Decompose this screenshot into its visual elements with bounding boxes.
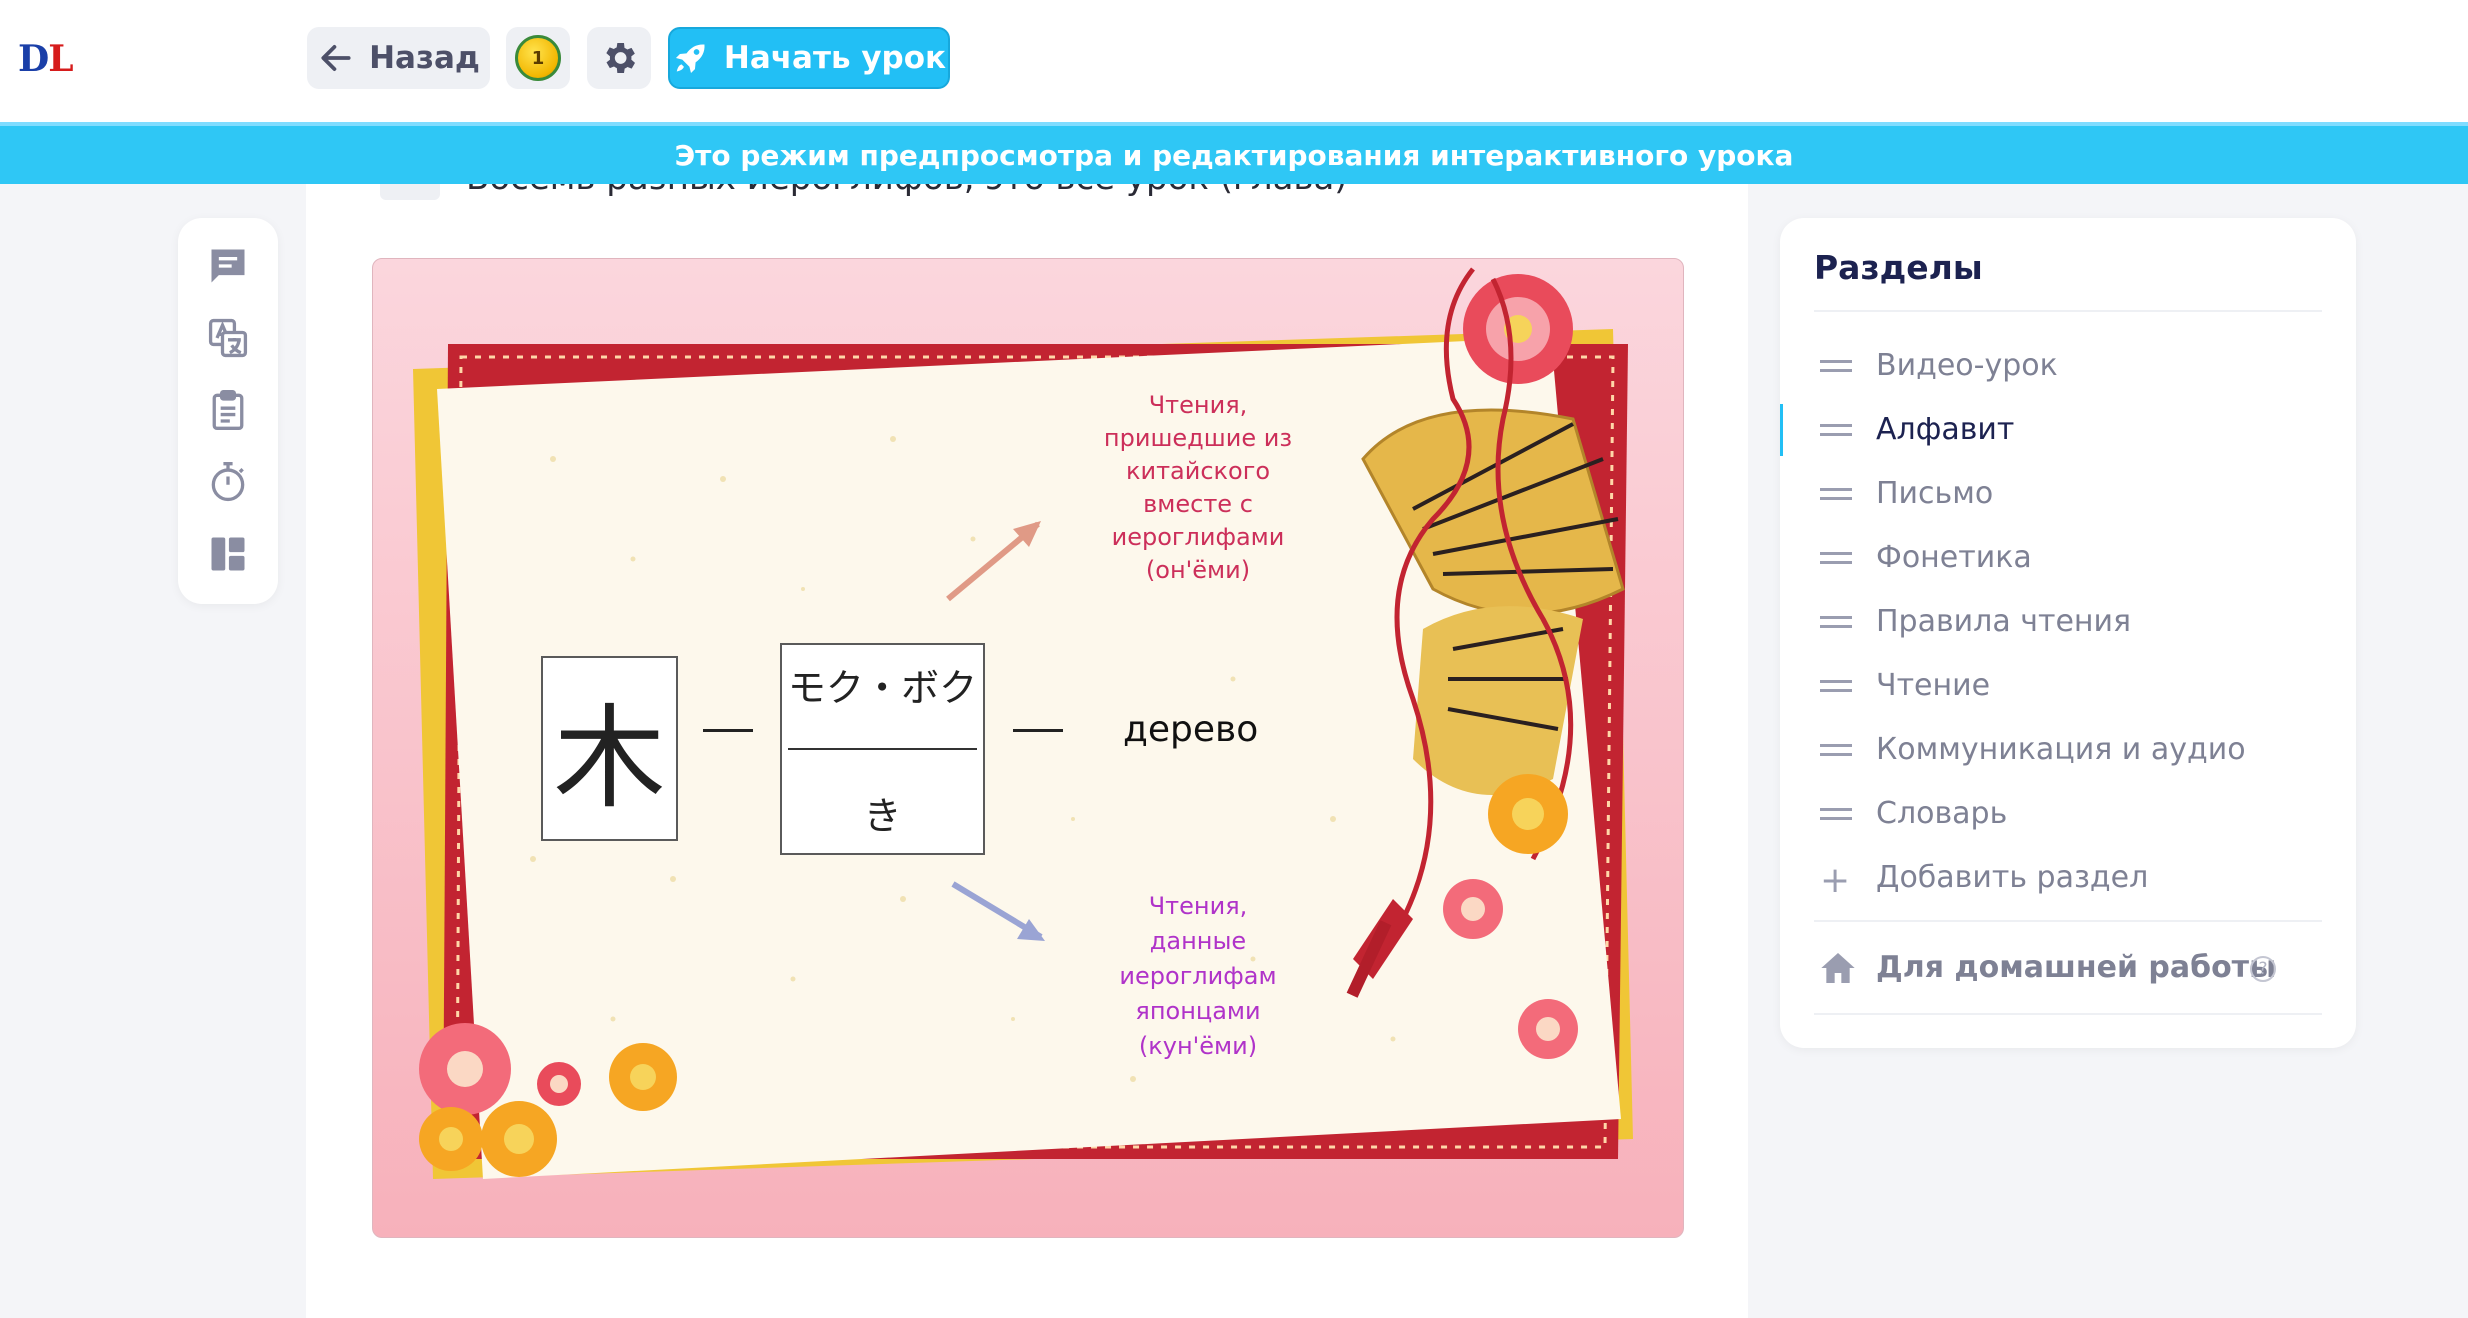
coin-count: 1 [531,47,545,69]
dash-separator [1013,729,1063,732]
tool-tasks[interactable] [204,386,252,434]
tool-comments[interactable] [204,242,252,290]
active-indicator [1780,404,1783,456]
divider [1814,920,2322,922]
tool-translate[interactable] [204,314,252,362]
arrow-left-icon [321,45,351,71]
coin-button[interactable]: 1 [506,27,570,89]
reading-divider [788,748,977,750]
section-item[interactable]: Словарь [1780,786,2356,842]
lesson-title-fragment: Восемь разных иероглифов, это все урок (… [370,184,1570,206]
on-reading: モク・ボク [787,666,978,710]
kanji-box: 木 [541,656,678,841]
drag-handle-icon[interactable] [1820,488,1852,500]
comment-icon [211,249,245,283]
divider [1814,310,2322,312]
logo[interactable]: DL [18,38,74,80]
back-button[interactable]: Назад [307,27,490,89]
top-header: DL Назад 1 Начать урок [0,0,2468,122]
lesson-title-text: Восемь разных иероглифов, это все урок (… [466,184,1348,198]
tools-sidebar [178,218,278,604]
section-item[interactable]: Видео-урок [1780,338,2356,394]
start-lesson-label: Начать урок [723,40,947,76]
kanji-character: 木 [553,693,666,824]
add-section-button[interactable]: + Добавить раздел [1780,850,2356,906]
help-icon[interactable]: ? [2250,956,2276,982]
section-item[interactable]: Правила чтения [1780,594,2356,650]
home-icon [1821,953,1855,983]
back-button-label: Назад [369,40,480,76]
tool-layout[interactable] [204,530,252,578]
kun-reading: き [863,794,902,838]
drag-handle-icon[interactable] [1820,680,1852,692]
homework-section[interactable]: Для домашней работы ? [1780,938,2356,998]
section-item[interactable]: Чтение [1780,658,2356,714]
rocket-icon [675,44,705,74]
section-item-active[interactable]: Алфавит [1780,402,2356,458]
stopwatch-icon [211,462,245,502]
kanji-meaning: дерево [1123,709,1259,750]
drag-handle-icon[interactable] [1820,360,1852,372]
translate-icon [208,318,248,358]
banner-text: Это режим предпросмотра и редактирования… [674,138,1794,172]
section-item[interactable]: Фонетика [1780,530,2356,586]
kunyomi-note: Чтения, данные иероглифам японцами (кун'… [1119,892,1277,1060]
gear-icon [606,43,635,73]
readings-box: モク・ボク き [780,643,985,855]
section-item[interactable]: Коммуникация и аудио [1780,722,2356,778]
start-lesson-button[interactable]: Начать урок [668,27,950,89]
kanji-readings-illustration: Чтения, пришедшие из китайского вместе с… [372,258,1684,1238]
section-item[interactable]: Письмо [1780,466,2356,522]
layout-icon [211,537,245,571]
drag-handle-icon[interactable] [1820,424,1852,436]
settings-button[interactable] [587,27,651,89]
drag-handle-icon[interactable] [1820,744,1852,756]
drag-handle-icon[interactable] [1820,616,1852,628]
drag-handle[interactable] [380,184,440,200]
plus-icon: + [1820,860,1851,901]
tool-timer[interactable] [204,458,252,506]
divider [1814,1013,2322,1015]
sections-panel: Разделы Видео-урок Алфавит Письмо Фонети… [1780,218,2356,1048]
clipboard-icon [212,390,244,430]
onyomi-note: Чтения, пришедшие из китайского вместе с… [1103,391,1293,584]
dash-separator [703,729,753,732]
sections-title: Разделы [1814,248,1983,287]
drag-handle-icon[interactable] [1820,552,1852,564]
preview-mode-banner: Это режим предпросмотра и редактирования… [0,122,2468,184]
drag-handle-icon[interactable] [1820,808,1852,820]
coin-icon: 1 [515,35,561,81]
